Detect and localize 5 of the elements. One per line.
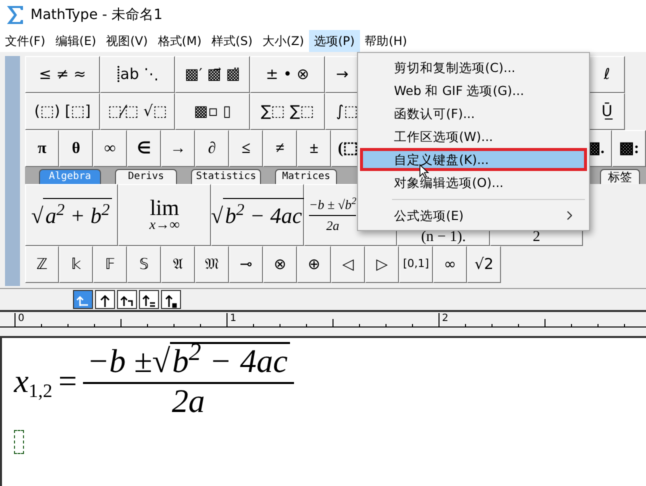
window-title: MathType - 未命名1 xyxy=(30,6,163,24)
ruler-label: 2 xyxy=(442,313,448,324)
ruler-label: 1 xyxy=(230,313,236,324)
equation: x$_{1,2}$ = −b ±√b$^{2}$ − 4ac 2a xyxy=(14,344,294,422)
ruler-label: 0 xyxy=(18,313,24,324)
